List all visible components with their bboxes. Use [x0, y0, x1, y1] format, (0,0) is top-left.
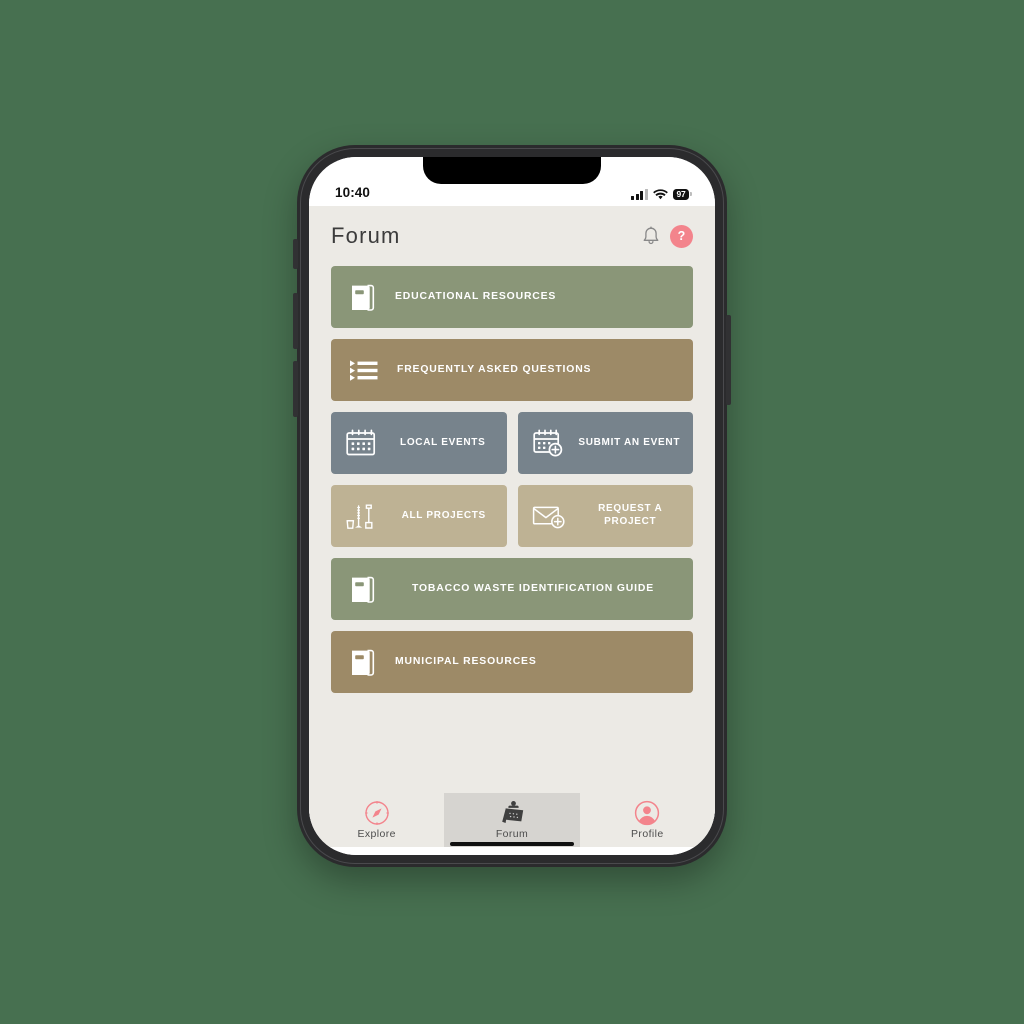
cellular-signal-icon [631, 188, 648, 200]
menu-tile-label: LOCAL EVENTS [400, 436, 486, 448]
menu-tile-tobacco-waste-identification-guide[interactable]: TOBACCO WASTE IDENTIFICATION GUIDE [331, 558, 693, 620]
menu-row-projects: ALL PROJECTS REQUEST A PROJECT [331, 485, 693, 547]
header-actions: ? [641, 224, 693, 248]
tab-explore[interactable]: Explore [309, 793, 444, 847]
battery-icon: 97 [672, 188, 689, 200]
user-avatar-icon [634, 800, 660, 826]
menu-tile-educational-resources[interactable]: EDUCATIONAL RESOURCES [331, 266, 693, 328]
envelope-plus-icon [532, 502, 566, 530]
bell-icon[interactable] [641, 225, 661, 247]
tab-label: Profile [631, 828, 664, 840]
menu-tile-label: ALL PROJECTS [401, 509, 486, 521]
help-button[interactable]: ? [670, 224, 693, 248]
screen-notch [423, 157, 601, 184]
tab-forum[interactable]: Forum [444, 793, 580, 847]
calendar-plus-icon [532, 428, 564, 458]
menu-tile-label: FREQUENTLY ASKED QUESTIONS [397, 364, 592, 376]
home-indicator[interactable] [450, 842, 574, 846]
menu-tile-submit-an-event[interactable]: SUBMIT AN EVENT [517, 412, 693, 474]
garden-tools-icon [345, 501, 379, 531]
book-icon [349, 282, 377, 312]
menu-tile-request-a-project[interactable]: REQUEST A PROJECT [517, 485, 693, 547]
calendar-icon [345, 428, 377, 458]
tab-strip: Explore Forum Profile [309, 793, 715, 847]
tab-label: Explore [357, 828, 396, 840]
book-icon [349, 574, 377, 604]
menu-tile-all-projects[interactable]: ALL PROJECTS [331, 485, 507, 547]
menu-tile-label: SUBMIT AN EVENT [578, 436, 681, 448]
tab-bar: Explore Forum Profile [309, 793, 715, 855]
tab-profile[interactable]: Profile [580, 793, 715, 847]
status-time: 10:40 [335, 185, 371, 200]
clipboard-board-icon [498, 800, 525, 826]
app-header: Forum ? [309, 206, 715, 266]
app-content: Forum ? EDUCATIONAL RESOURCES FREQUENTLY… [309, 206, 715, 793]
book-icon [349, 647, 377, 677]
silent-switch-button[interactable] [293, 239, 298, 269]
phone-frame: 10:40 97 Forum ? EDUCATIONAL RESOURCES F… [293, 145, 731, 867]
help-label: ? [677, 228, 686, 243]
phone-screen: 10:40 97 Forum ? EDUCATIONAL RESOURCES F… [309, 157, 715, 855]
menu-list: EDUCATIONAL RESOURCES FREQUENTLY ASKED Q… [309, 266, 715, 793]
menu-tile-label: TOBACCO WASTE IDENTIFICATION GUIDE [411, 583, 655, 595]
compass-icon [364, 800, 390, 826]
power-button[interactable] [726, 315, 731, 405]
battery-percent: 97 [676, 189, 686, 199]
volume-down-button[interactable] [293, 361, 298, 417]
menu-tile-label: MUNICIPAL RESOURCES [395, 656, 537, 668]
menu-row-events: LOCAL EVENTS SUBMIT AN EVENT [331, 412, 693, 474]
volume-up-button[interactable] [293, 293, 298, 349]
tab-label: Forum [495, 828, 529, 840]
status-indicators: 97 [631, 188, 689, 200]
menu-tile-local-events[interactable]: LOCAL EVENTS [331, 412, 507, 474]
menu-tile-municipal-resources[interactable]: MUNICIPAL RESOURCES [331, 631, 693, 693]
wifi-icon [653, 189, 668, 200]
menu-tile-label: REQUEST A PROJECT [598, 503, 663, 527]
menu-tile-label: EDUCATIONAL RESOURCES [395, 291, 557, 303]
menu-tile-frequently-asked-questions[interactable]: FREQUENTLY ASKED QUESTIONS [331, 339, 693, 401]
page-title: Forum [331, 223, 401, 248]
bullet-list-icon [349, 357, 379, 384]
